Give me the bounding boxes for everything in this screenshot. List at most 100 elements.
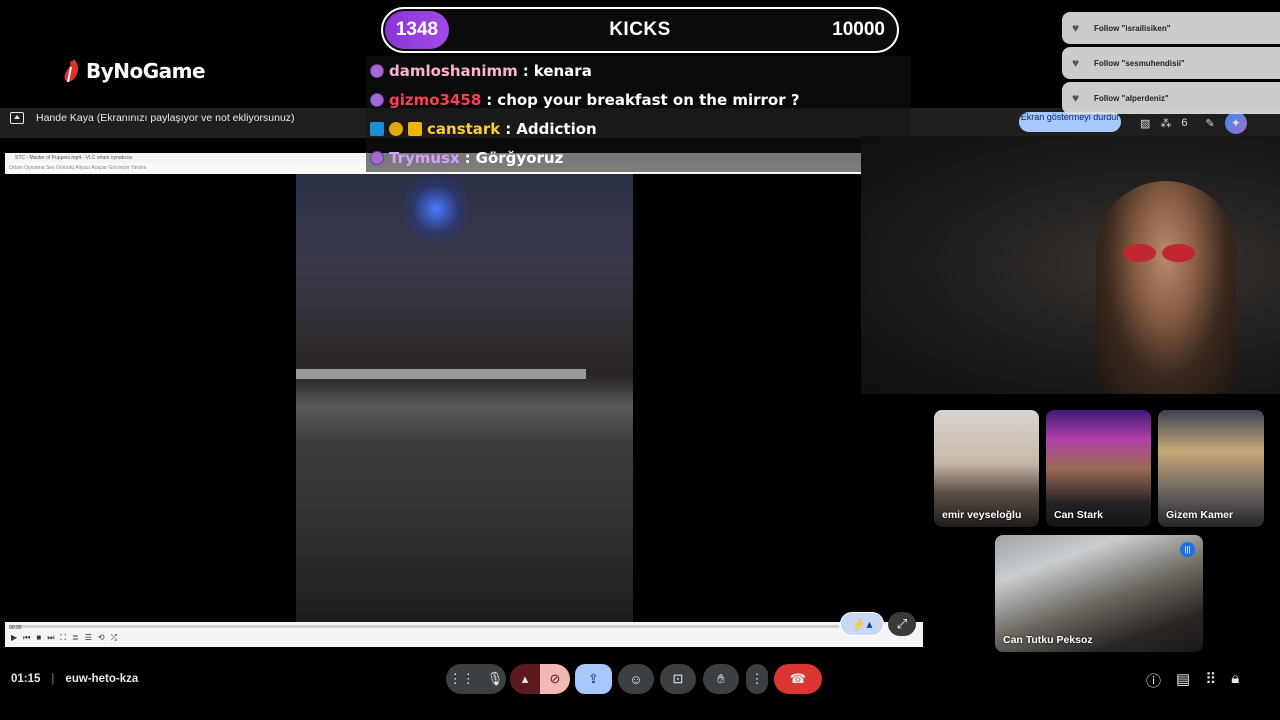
viewer-badge-icon	[370, 150, 384, 165]
meeting-code: euw-heto-kza	[65, 673, 139, 685]
chat-text: kenara	[533, 61, 592, 80]
speaking-indicator-icon: |||	[1180, 542, 1195, 557]
chat-message: canstark : Addiction	[366, 114, 911, 143]
participant-name: Can Tutku Peksoz	[1003, 634, 1093, 646]
concert-video	[296, 174, 633, 622]
red-glasses	[1123, 244, 1195, 262]
heart-icon: ♥	[1072, 91, 1080, 105]
emoji-icon: ☺	[629, 671, 643, 687]
chat-user: Trymusx	[389, 148, 460, 167]
stage-light	[406, 174, 466, 244]
follow-label: Follow "israilisiken"	[1094, 23, 1171, 33]
participant-tile[interactable]: ||| Can Tutku Peksoz	[995, 535, 1203, 652]
moderator-badge-icon	[370, 121, 384, 136]
chat-sep: :	[505, 119, 512, 138]
vlc-buttons: ▶ ⏮ ■ ⏭ ⛶ ≣ ☰ ⟲ ⤮	[11, 633, 117, 643]
vlc-time: 00:00	[9, 625, 22, 631]
end-call-button[interactable]: ☎	[774, 664, 822, 694]
follow-label: Follow "alperdeniz"	[1094, 93, 1169, 103]
participant-name: emir veyseloğlu	[942, 509, 1022, 521]
kicks-counter-bar: 1348 KICKS 10000	[381, 7, 899, 53]
chat-message: gizmo3458 : chop your breakfast on the m…	[366, 85, 911, 114]
vlc-loop-icon[interactable]: ⟲	[98, 633, 105, 643]
end-call-icon: ☎	[789, 671, 807, 686]
follow-alert: ♥ Follow "israilisiken"	[1062, 12, 1280, 44]
chat-overlay: damloshanimm : kenara gizmo3458 : chop y…	[366, 56, 911, 172]
reactions-button[interactable]: ☺	[618, 664, 654, 694]
heart-icon: ♥	[1072, 56, 1080, 70]
vlc-settings-icon[interactable]: ≣	[72, 633, 79, 643]
bynogame-logo: ByNoGame	[62, 58, 206, 84]
hide-self-view-icon[interactable]: ▧	[1140, 117, 1150, 130]
edit-pen-icon[interactable]: ✎	[1206, 117, 1215, 130]
chat-icon[interactable]: ▤	[1176, 670, 1190, 691]
microphone-icon: 🎙︎	[486, 671, 504, 686]
captions-icon: ⊡	[672, 671, 684, 686]
shared-screen-vlc: STC - Master of Puppets.mp4 - VLC ortam …	[5, 153, 923, 647]
vlc-shuffle-icon[interactable]: ⤮	[111, 633, 117, 643]
audio-levels-icon: ⋮⋮	[448, 671, 475, 686]
sub-badge-icon	[389, 121, 403, 136]
logo-text: ByNoGame	[86, 59, 206, 83]
chat-sep: :	[486, 90, 493, 109]
screen: ByNoGame 1348 KICKS 10000 Hande Kaya (Ek…	[0, 0, 1280, 720]
participant-tile[interactable]: emir veyseloğlu	[934, 410, 1039, 527]
participant-tile[interactable]: Gizem Kamer	[1158, 410, 1264, 527]
presenting-text: Hande Kaya (Ekranınızı paylaşıyor ve not…	[36, 112, 295, 124]
activities-grid-icon[interactable]: ⠿	[1205, 670, 1216, 691]
more-options-button[interactable]: ⋮	[746, 664, 768, 694]
captions-button[interactable]: ⊡	[660, 664, 696, 694]
camera-button[interactable]: ▴ ⊘	[510, 664, 570, 694]
crown-badge-icon	[408, 121, 422, 136]
follow-alerts: ♥ Follow "israilisiken" ♥ Follow "sesmuh…	[1062, 12, 1280, 117]
chat-user: gizmo3458	[389, 90, 482, 109]
chat-user: canstark	[427, 119, 501, 138]
vlc-next-icon[interactable]: ⏭	[47, 633, 54, 643]
flame-logo-icon	[62, 58, 82, 84]
presenting-banner: Hande Kaya (Ekranınızı paylaşıyor ve not…	[10, 112, 295, 124]
participants-icon[interactable]: ⁂	[1160, 117, 1171, 130]
chat-sep: :	[522, 61, 529, 80]
meeting-info: 01:15 | euw-heto-kza	[11, 673, 138, 685]
vlc-fullscreen-icon[interactable]: ⛶	[60, 633, 66, 643]
meeting-separator: |	[51, 673, 55, 685]
presentation-pointer-button[interactable]: ⚡▴	[840, 612, 884, 636]
present-screen-button[interactable]: ⇪	[575, 664, 612, 694]
participants-count: 6	[1181, 117, 1188, 129]
streamer-figure	[1096, 181, 1236, 394]
participant-name: Can Stark	[1054, 509, 1104, 521]
more-vertical-icon: ⋮	[750, 671, 764, 686]
chat-text: Addiction	[516, 119, 597, 138]
vlc-play-icon[interactable]: ▶	[11, 633, 17, 643]
raise-hand-button[interactable]: ✋︎	[703, 664, 739, 694]
viewer-badge-icon	[370, 63, 384, 78]
stage-barrier	[296, 369, 586, 379]
heart-icon: ♥	[1072, 21, 1080, 35]
present-screen-icon: ⇪	[588, 671, 599, 686]
follow-label: Follow "sesmuhendisii"	[1094, 58, 1185, 68]
participant-tile[interactable]: Can Stark	[1046, 410, 1151, 527]
present-screen-icon	[10, 112, 24, 124]
chat-sep: :	[464, 148, 471, 167]
chevron-up-icon: ▴	[521, 671, 529, 686]
kicks-goal: 10000	[832, 19, 885, 40]
camera-off-icon: ⊘	[540, 664, 570, 694]
vlc-prev-icon[interactable]: ⏮	[23, 633, 30, 643]
vlc-stop-icon[interactable]: ■	[36, 633, 41, 643]
host-controls-lock-icon[interactable]: 🔒︎	[1231, 670, 1239, 691]
info-icon[interactable]: ⓘ	[1146, 670, 1161, 691]
microphone-button[interactable]: ⋮⋮ 🎙︎	[446, 664, 506, 694]
hand-icon: ✋︎	[717, 671, 725, 686]
streamer-webcam	[861, 136, 1280, 394]
expand-icon[interactable]: ⤢	[888, 612, 916, 636]
meeting-time: 01:15	[11, 673, 41, 685]
vlc-seek-bar[interactable]	[9, 625, 839, 628]
participant-name: Gizem Kamer	[1166, 509, 1234, 521]
chat-message: Trymusx : Görğyoruz	[366, 143, 911, 172]
vlc-playlist-icon[interactable]: ☰	[85, 633, 92, 643]
follow-alert: ♥ Follow "sesmuhendisii"	[1062, 47, 1280, 79]
kicks-title: KICKS	[609, 19, 671, 40]
vlc-controls: 00:00 ▶ ⏮ ■ ⏭ ⛶ ≣ ☰ ⟲ ⤮	[5, 622, 923, 647]
viewer-badge-icon	[370, 92, 384, 107]
chat-user: damloshanimm	[389, 61, 518, 80]
